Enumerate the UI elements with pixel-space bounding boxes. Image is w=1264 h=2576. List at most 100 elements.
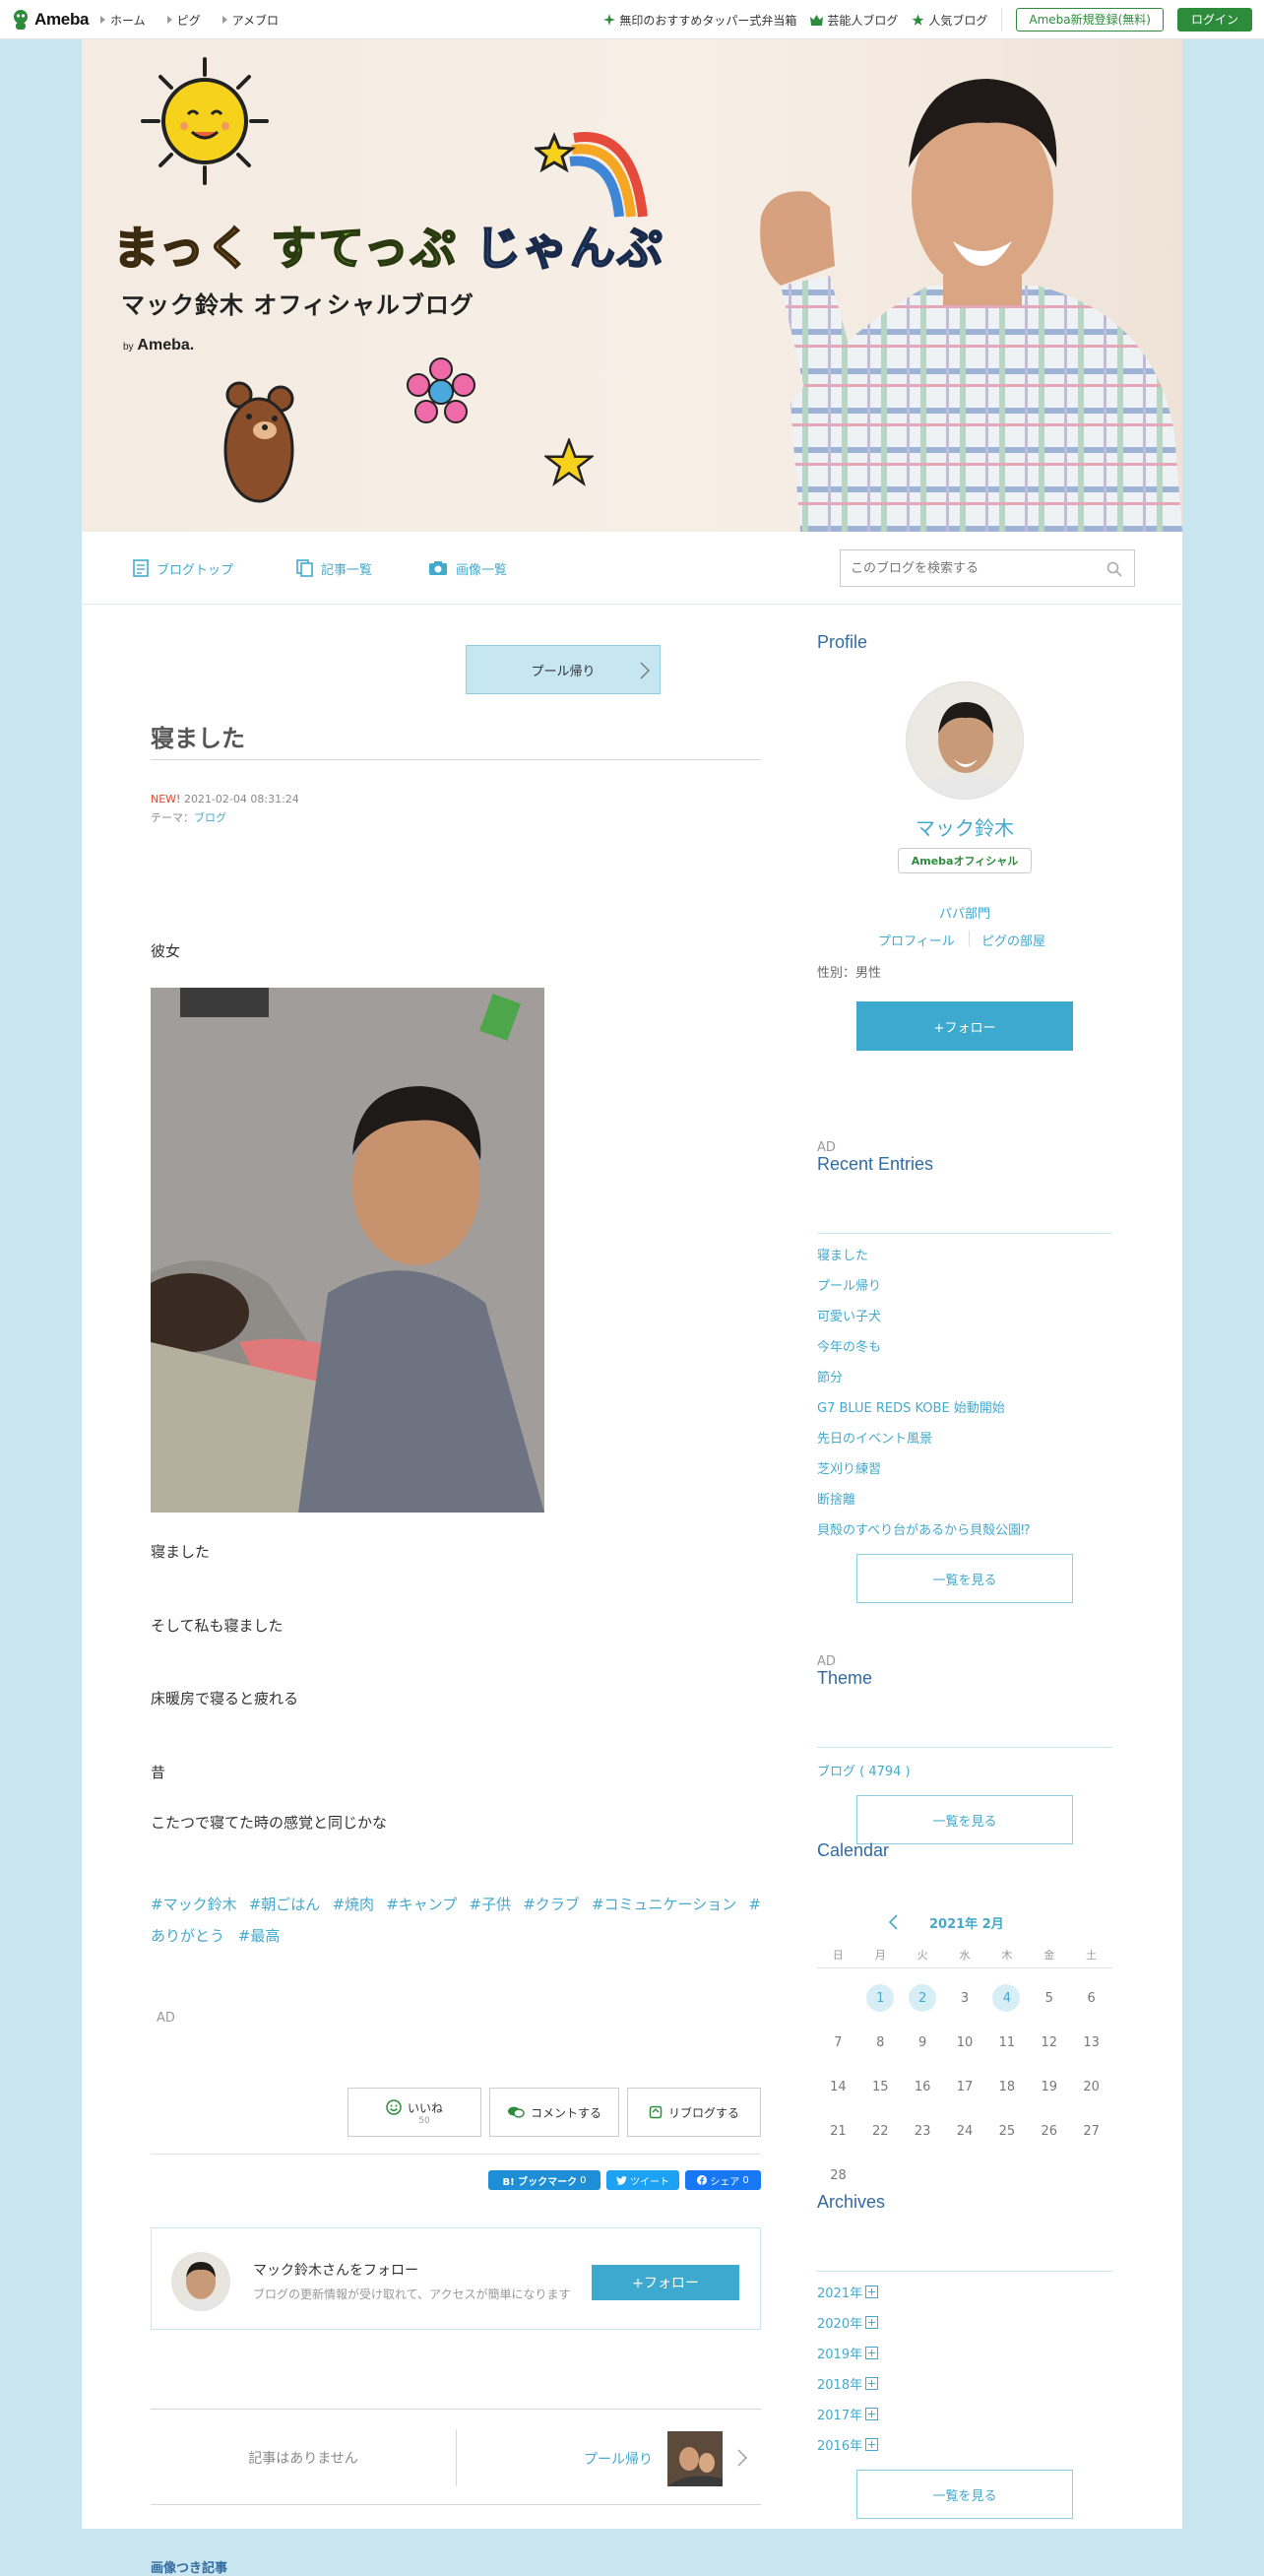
hatena-bookmark-button[interactable]: B! ブックマーク 0 xyxy=(488,2170,600,2190)
comment-button[interactable]: コメントする xyxy=(489,2088,619,2137)
nav-pigg[interactable]: ピグ xyxy=(166,12,201,29)
recent-entry[interactable]: 貝殻のすべり台があるから貝殻公園⁉ xyxy=(817,1515,1031,1546)
expand-icon[interactable] xyxy=(865,2438,879,2451)
hashtag[interactable]: ありがとう xyxy=(151,1927,224,1945)
calendar-day[interactable]: 1 xyxy=(859,1976,902,2021)
search-icon[interactable] xyxy=(1106,561,1122,577)
profile-name[interactable]: マック鈴木 xyxy=(817,812,1112,841)
see-all-themes-button[interactable]: 一覧を見る xyxy=(856,1795,1073,1844)
calendar-day[interactable]: 2 xyxy=(902,1976,944,2021)
next-entry-link[interactable]: プール帰り xyxy=(584,2449,653,2469)
calendar-day-empty xyxy=(817,1976,859,2021)
recent-entry[interactable]: 断捨離 xyxy=(817,1485,1031,1515)
profile-link[interactable]: プロフィール xyxy=(878,931,955,949)
blog-header-banner[interactable]: まっく すてっぷ じゃんぷ マック鈴木 オフィシャルブログ by Ameba. xyxy=(82,39,1182,532)
hashtag[interactable]: #最高 xyxy=(238,1927,281,1945)
hashtag[interactable]: #クラブ xyxy=(523,1889,580,1920)
image-posts-heading: 画像つき記事 xyxy=(151,2561,228,2576)
archive-year[interactable]: 2016年 xyxy=(817,2435,879,2454)
archive-year[interactable]: 2020年 xyxy=(817,2313,879,2332)
ad-label: AD xyxy=(157,2011,175,2026)
theme-link[interactable]: ブログ xyxy=(194,811,226,824)
smile-icon xyxy=(386,2099,402,2115)
calendar-day[interactable]: 4 xyxy=(985,1976,1028,2021)
calendar-day: 21 xyxy=(830,2124,847,2139)
promo-link[interactable]: 無印のおすすめタッパー式弁当箱 xyxy=(603,12,796,29)
hashtag[interactable]: #コミュニケーション xyxy=(592,1889,736,1920)
blog-search-input[interactable] xyxy=(841,550,1087,586)
expand-icon[interactable] xyxy=(865,2377,879,2390)
body-text: 寝ました xyxy=(151,1543,211,1561)
archive-year[interactable]: 2019年 xyxy=(817,2344,879,2362)
calendar-month: 2021年 2月 xyxy=(929,1917,1004,1932)
calendar-day: 25 xyxy=(998,2124,1016,2139)
profile-heading: Profile xyxy=(817,632,868,652)
expand-icon[interactable] xyxy=(865,2316,879,2329)
nav-home[interactable]: ホーム xyxy=(100,12,146,29)
banner-subtitle: マック鈴木 オフィシャルブログ xyxy=(121,291,474,319)
recent-entry[interactable]: 芝刈り練習 xyxy=(817,1454,1031,1485)
recent-entry[interactable]: 寝ました xyxy=(817,1241,1031,1271)
recent-entry[interactable]: プール帰り xyxy=(817,1271,1031,1302)
profile-avatar[interactable] xyxy=(906,681,1024,800)
blog-search-box xyxy=(840,549,1135,587)
entry-photo[interactable] xyxy=(151,988,544,1513)
calendar-heading: Calendar xyxy=(817,1840,890,1860)
register-button[interactable]: Ameba新規登録(無料) xyxy=(1016,8,1164,32)
login-button[interactable]: ログイン xyxy=(1176,8,1252,32)
follow-description: ブログの更新情報が受け取れて、アクセスが簡単になります xyxy=(253,2287,571,2301)
sidebar-follow-button[interactable]: +フォロー xyxy=(856,1001,1073,1051)
chevron-left-icon[interactable] xyxy=(888,1914,898,1930)
hashtag[interactable]: #マック鈴木 xyxy=(151,1889,237,1920)
celebrity-blog-link[interactable]: 芸能人ブログ xyxy=(810,12,898,29)
hashtag-list: #マック鈴木 #朝ごはん #焼肉 #キャンプ #子供 #クラブ #コミュニケーシ… xyxy=(151,1889,761,1952)
next-entry-thumbnail[interactable] xyxy=(667,2431,723,2486)
body-text: 床暖房で寝ると疲れる xyxy=(151,1690,299,1707)
next-entry-button[interactable]: プール帰り xyxy=(466,645,661,694)
recent-entry[interactable]: 先日のイベント風景 xyxy=(817,1424,1031,1454)
calendar-day: 7 xyxy=(834,2035,843,2050)
expand-icon[interactable] xyxy=(865,2286,879,2298)
archive-year[interactable]: 2017年 xyxy=(817,2405,879,2423)
nav-entry-list[interactable]: 記事一覧 xyxy=(296,532,372,605)
hashtag[interactable]: #子供 xyxy=(469,1889,511,1920)
ad-label: AD xyxy=(817,1654,836,1669)
archive-year[interactable]: 2018年 xyxy=(817,2374,879,2393)
divider xyxy=(1001,8,1003,32)
expand-icon[interactable] xyxy=(865,2408,879,2420)
see-all-archives-button[interactable]: 一覧を見る xyxy=(856,2470,1073,2519)
recent-entry[interactable]: G7 BLUE REDS KOBE 始動開始 xyxy=(817,1393,1031,1424)
avatar-image xyxy=(176,2262,225,2311)
weekday: 月 xyxy=(874,1949,886,1962)
official-badge[interactable]: Amebaオフィシャル xyxy=(898,848,1032,873)
pigg-room-link[interactable]: ピグの部屋 xyxy=(981,931,1045,949)
facebook-share-button[interactable]: シェア 0 xyxy=(685,2170,761,2190)
ameba-logo[interactable]: Ameba xyxy=(12,9,89,31)
nav-ameblo[interactable]: アメブロ xyxy=(221,12,279,29)
thumbnail-image xyxy=(667,2431,723,2486)
recent-entry[interactable]: 節分 xyxy=(817,1363,1031,1393)
recent-entry[interactable]: 可愛い子犬 xyxy=(817,1302,1031,1332)
hashtag[interactable]: #焼肉 xyxy=(332,1889,374,1920)
popular-blog-link[interactable]: 人気ブログ xyxy=(912,12,987,29)
nav-blog-top[interactable]: ブログトップ xyxy=(133,532,233,605)
follow-button[interactable]: +フォロー xyxy=(592,2265,739,2300)
recent-entry[interactable]: 今年の冬も xyxy=(817,1332,1031,1363)
copy-icon xyxy=(296,559,313,577)
tweet-button[interactable]: ツイート xyxy=(606,2170,679,2190)
see-all-entries-button[interactable]: 一覧を見る xyxy=(856,1554,1073,1603)
hashtag[interactable]: #朝ごはん xyxy=(249,1889,321,1920)
expand-icon[interactable] xyxy=(865,2347,879,2359)
hashtag[interactable]: #キャンプ xyxy=(386,1889,457,1920)
reblog-button[interactable]: リブログする xyxy=(627,2088,761,2137)
ameba-mascot-icon xyxy=(14,10,28,30)
weekday: 木 xyxy=(1001,1949,1013,1962)
divider xyxy=(151,2154,761,2155)
like-button[interactable]: いいね 50 xyxy=(348,2088,481,2137)
theme-item[interactable]: ブログ ( 4794 ) xyxy=(817,1757,911,1787)
calendar-day: 20 xyxy=(1083,2080,1100,2094)
profile-category[interactable]: パパ部門 xyxy=(817,903,1112,922)
hashtag[interactable]: # xyxy=(748,1889,761,1920)
archive-year[interactable]: 2021年 xyxy=(817,2283,879,2301)
nav-image-list[interactable]: 画像一覧 xyxy=(428,532,507,605)
